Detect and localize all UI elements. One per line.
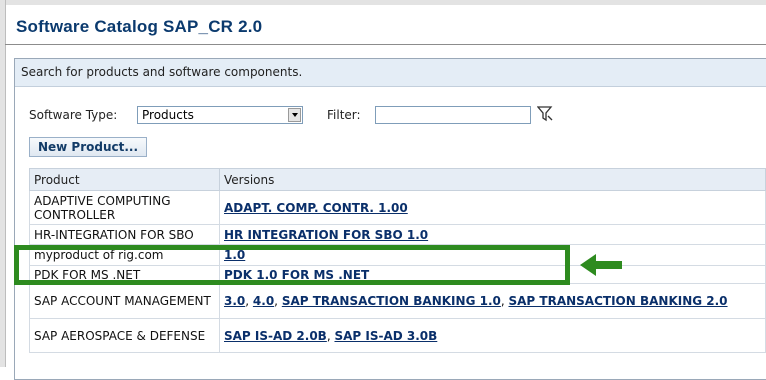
product-cell: ADAPTIVE COMPUTING CONTROLLER [29,190,220,225]
arrow-left-icon [580,254,622,276]
title-divider [5,44,766,45]
table-row: SAP AEROSPACE & DEFENSE SAP IS-AD 2.0B, … [29,318,766,353]
software-type-label: Software Type: [29,108,118,122]
window-frame-top [0,0,766,5]
product-cell: SAP AEROSPACE & DEFENSE [29,318,220,353]
highlight-annotation-box [14,245,570,285]
versions-cell: HR INTEGRATION FOR SBO 1.0 [219,224,766,245]
product-cell: SAP ACCOUNT MANAGEMENT [29,283,220,319]
version-link[interactable]: SAP TRANSACTION BANKING 2.0 [509,294,728,308]
version-link[interactable]: 4.0 [253,294,274,308]
versions-cell: ADAPT. COMP. CONTR. 1.00 [219,190,766,225]
software-type-select[interactable]: Products [137,106,303,124]
table-header-row: Product Versions [29,168,766,191]
version-link[interactable]: ADAPT. COMP. CONTR. 1.00 [224,201,408,215]
new-product-button[interactable]: New Product... [29,137,147,157]
funnel-icon[interactable] [537,106,553,122]
table-row: SAP ACCOUNT MANAGEMENT 3.0, 4.0, SAP TRA… [29,283,766,319]
version-link[interactable]: SAP TRANSACTION BANKING 1.0 [282,294,501,308]
version-link[interactable]: HR INTEGRATION FOR SBO 1.0 [224,228,428,242]
versions-cell: 3.0, 4.0, SAP TRANSACTION BANKING 1.0, S… [219,283,766,319]
panel-header-text: Search for products and software compone… [21,65,303,79]
version-link[interactable]: SAP IS-AD 2.0B [224,329,327,343]
filter-label: Filter: [327,108,361,122]
page-title: Software Catalog SAP_CR 2.0 [16,17,263,36]
chevron-down-icon[interactable] [288,108,301,122]
table-row: ADAPTIVE COMPUTING CONTROLLER ADAPT. COM… [29,190,766,225]
version-link[interactable]: SAP IS-AD 3.0B [334,329,437,343]
software-type-value: Products [142,108,194,122]
product-cell: HR-INTEGRATION FOR SBO [29,224,220,245]
window-frame-left [0,0,6,367]
filter-input[interactable] [375,106,531,124]
panel-header: Search for products and software compone… [15,59,766,87]
column-header-product[interactable]: Product [29,168,220,191]
version-link[interactable]: 3.0 [224,294,245,308]
table-row: HR-INTEGRATION FOR SBO HR INTEGRATION FO… [29,224,766,245]
column-header-versions[interactable]: Versions [219,168,766,191]
versions-cell: SAP IS-AD 2.0B, SAP IS-AD 3.0B [219,318,766,353]
